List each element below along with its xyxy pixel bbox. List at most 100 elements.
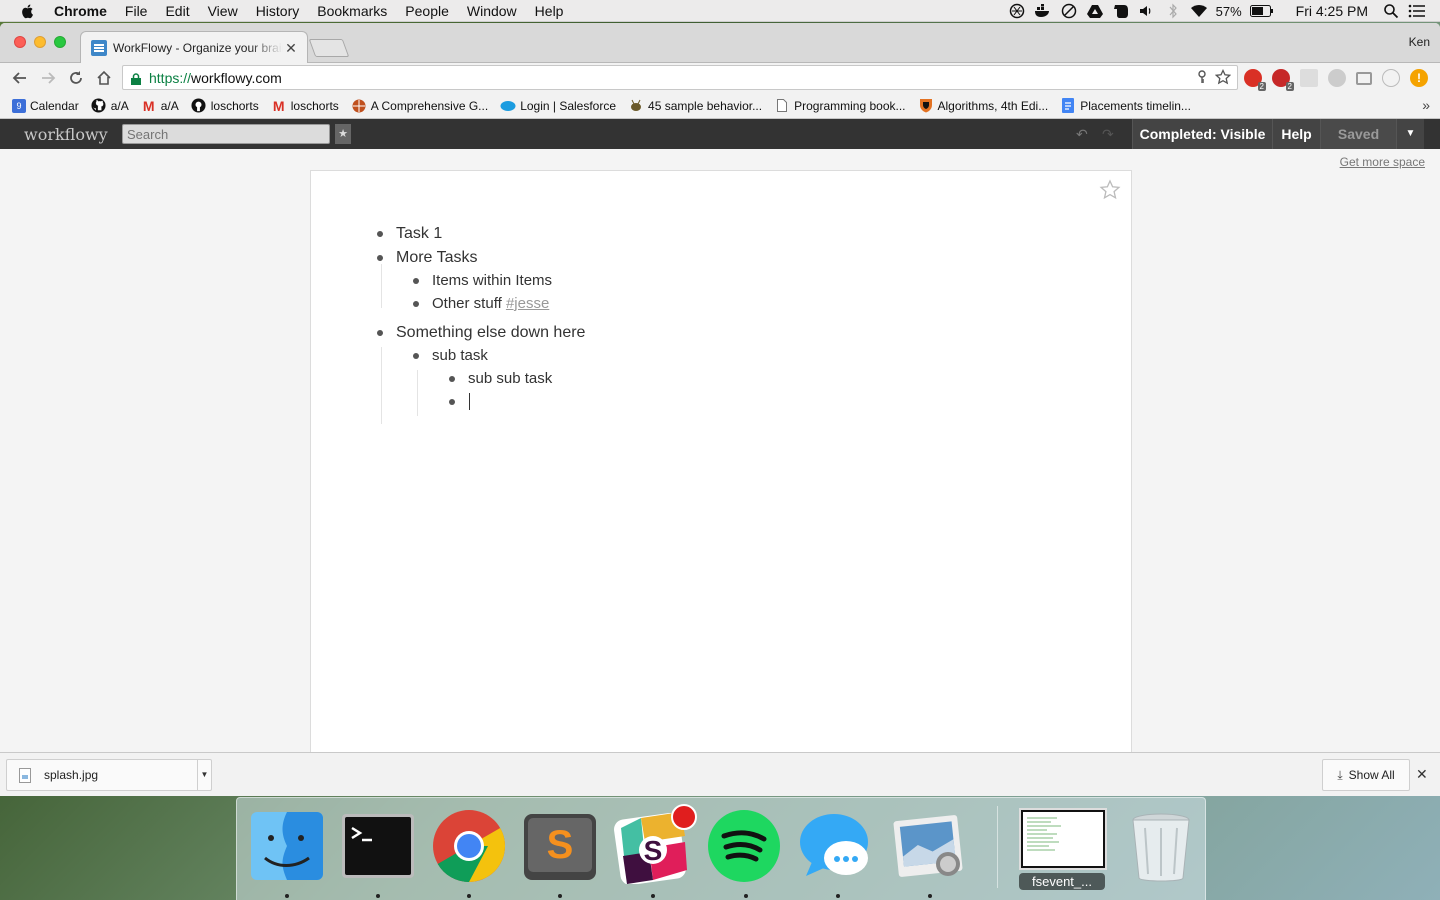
menu-app-name[interactable]: Chrome [54, 0, 107, 22]
redo-icon[interactable]: ↷ [1102, 126, 1114, 143]
wifi-icon[interactable] [1190, 3, 1208, 19]
key-icon[interactable] [1197, 70, 1207, 87]
cast-icon[interactable] [1356, 71, 1372, 85]
help-button[interactable]: Help [1272, 119, 1320, 149]
hashtag-link[interactable]: #jesse [506, 295, 549, 312]
dock-chrome-icon[interactable] [431, 808, 507, 884]
bluetooth-icon[interactable] [1164, 3, 1182, 19]
url-text[interactable]: https://workflowy.com [149, 70, 282, 86]
bullet-icon[interactable] [449, 375, 455, 382]
menu-clock[interactable]: Fri 4:25 PM [1296, 3, 1368, 19]
bookmark-comprehensive-guide[interactable]: A Comprehensive G... [351, 98, 488, 114]
bookmark-calendar[interactable]: 9 Calendar [12, 98, 79, 113]
outline-item[interactable]: Other stuff #jesse [413, 295, 549, 312]
bookmark-programming-books[interactable]: Programming book... [774, 98, 906, 114]
menu-edit[interactable]: Edit [165, 0, 189, 22]
dock-trash-icon[interactable] [1123, 808, 1199, 884]
star-page-icon[interactable] [1099, 179, 1121, 201]
grid-extension-icon[interactable] [1300, 69, 1318, 87]
tab-workflowy[interactable]: WorkFlowy - Organize your brain ✕ [80, 31, 308, 63]
bullet-icon[interactable] [413, 300, 419, 307]
outline-item-text[interactable]: Something else down here [396, 324, 585, 342]
chrome-menu-alert-icon[interactable]: ! [1410, 69, 1428, 87]
get-more-space-link[interactable]: Get more space [1340, 155, 1425, 169]
aperture-icon[interactable] [1008, 3, 1026, 19]
dock-sublime-text-icon[interactable]: S [522, 808, 598, 884]
cloud-extension-icon[interactable] [1328, 69, 1346, 87]
battery-icon[interactable] [1249, 3, 1274, 19]
bullet-icon[interactable] [449, 398, 455, 405]
bookmark-salesforce[interactable]: Login | Salesforce [500, 98, 616, 114]
bullet-icon[interactable] [413, 277, 419, 284]
bullet-icon[interactable] [377, 255, 383, 261]
outline-item-text[interactable]: sub task [432, 347, 488, 364]
dock-slack-icon[interactable]: S [613, 804, 697, 885]
bookmark-aa-gmail[interactable]: Ma/A [141, 98, 179, 114]
home-icon[interactable] [94, 68, 114, 88]
notification-center-icon[interactable] [1408, 3, 1426, 19]
outline-item[interactable]: Something else down here [377, 324, 585, 342]
bullet-icon[interactable] [377, 231, 383, 237]
tab-close-icon[interactable]: ✕ [283, 40, 299, 56]
menu-window[interactable]: Window [467, 0, 517, 22]
workflowy-logo[interactable]: workflowy [24, 125, 122, 144]
outline-item[interactable]: Task 1 [377, 225, 442, 243]
bookmark-placements-timeline[interactable]: Placements timelin... [1060, 98, 1191, 114]
download-file-name[interactable]: splash.jpg [44, 768, 98, 782]
dock-messages-icon[interactable] [798, 808, 874, 884]
outline-item-text[interactable]: Other stuff [432, 295, 506, 312]
volume-icon[interactable] [1138, 3, 1156, 19]
google-drive-icon[interactable] [1086, 3, 1104, 19]
dock-spotify-icon[interactable] [706, 808, 782, 884]
menu-file[interactable]: File [125, 0, 148, 22]
bullet-icon[interactable] [377, 330, 383, 336]
new-tab-button[interactable] [308, 39, 350, 57]
address-bar[interactable]: https://workflowy.com [122, 65, 1238, 90]
evernote-icon[interactable] [1112, 3, 1130, 19]
download-item[interactable]: splash.jpg ▼ [6, 759, 212, 791]
back-arrow-icon[interactable] [10, 68, 30, 88]
starred-pages-star-icon[interactable]: ★ [335, 124, 351, 144]
outline-item-editing[interactable] [449, 393, 470, 410]
bookmark-behavior-questions[interactable]: 45 sample behavior... [628, 98, 762, 114]
menu-people[interactable]: People [405, 0, 449, 22]
window-close-button[interactable] [14, 36, 26, 48]
dock-terminal-icon[interactable] [340, 808, 416, 884]
docker-icon[interactable] [1034, 3, 1052, 19]
show-all-downloads-button[interactable]: ⤓ Show All [1322, 759, 1410, 791]
outline-item[interactable]: More Tasks [377, 249, 478, 267]
menu-view[interactable]: View [208, 0, 238, 22]
bookmarks-overflow-chevron-icon[interactable]: » [1422, 97, 1430, 113]
download-menu-caret-icon[interactable]: ▼ [197, 760, 211, 790]
spotlight-search-icon[interactable] [1382, 3, 1400, 19]
reload-icon[interactable] [66, 68, 86, 88]
window-minimize-button[interactable] [34, 36, 46, 48]
bookmark-algorithms[interactable]: Algorithms, 4th Edi... [918, 98, 1048, 114]
bookmark-star-icon[interactable] [1214, 68, 1232, 88]
profile-name[interactable]: Ken [1409, 35, 1430, 49]
menu-help[interactable]: Help [535, 0, 564, 22]
settings-dropdown-caret-icon[interactable]: ▼ [1396, 119, 1424, 149]
undo-icon[interactable]: ↶ [1076, 126, 1088, 143]
search-input[interactable] [122, 124, 330, 144]
bookmark-loschorts-github[interactable]: loschorts [191, 98, 259, 114]
circle-extension-icon[interactable] [1382, 69, 1400, 87]
adblock-icon[interactable]: 2 [1244, 69, 1266, 91]
bookmark-loschorts-gmail[interactable]: Mloschorts [271, 98, 339, 114]
bullet-icon[interactable] [413, 352, 419, 359]
lastpass-icon[interactable]: 2 [1272, 69, 1294, 91]
dock-finder-icon[interactable] [249, 808, 325, 884]
window-maximize-button[interactable] [54, 36, 66, 48]
outline-item[interactable]: sub sub task [449, 370, 552, 387]
menu-bookmarks[interactable]: Bookmarks [317, 0, 387, 22]
outline-item-text[interactable]: Items within Items [432, 272, 552, 289]
dock-preview-icon[interactable] [890, 808, 966, 884]
apple-icon[interactable] [20, 3, 36, 19]
outline-item[interactable]: Items within Items [413, 272, 552, 289]
menu-history[interactable]: History [256, 0, 300, 22]
outline-item-text[interactable]: sub sub task [468, 370, 552, 387]
forward-arrow-icon[interactable] [38, 68, 58, 88]
outline-item-text[interactable]: More Tasks [396, 249, 478, 267]
outline-item-text[interactable]: Task 1 [396, 225, 442, 243]
bookmark-aa-github[interactable]: a/A [91, 98, 129, 114]
